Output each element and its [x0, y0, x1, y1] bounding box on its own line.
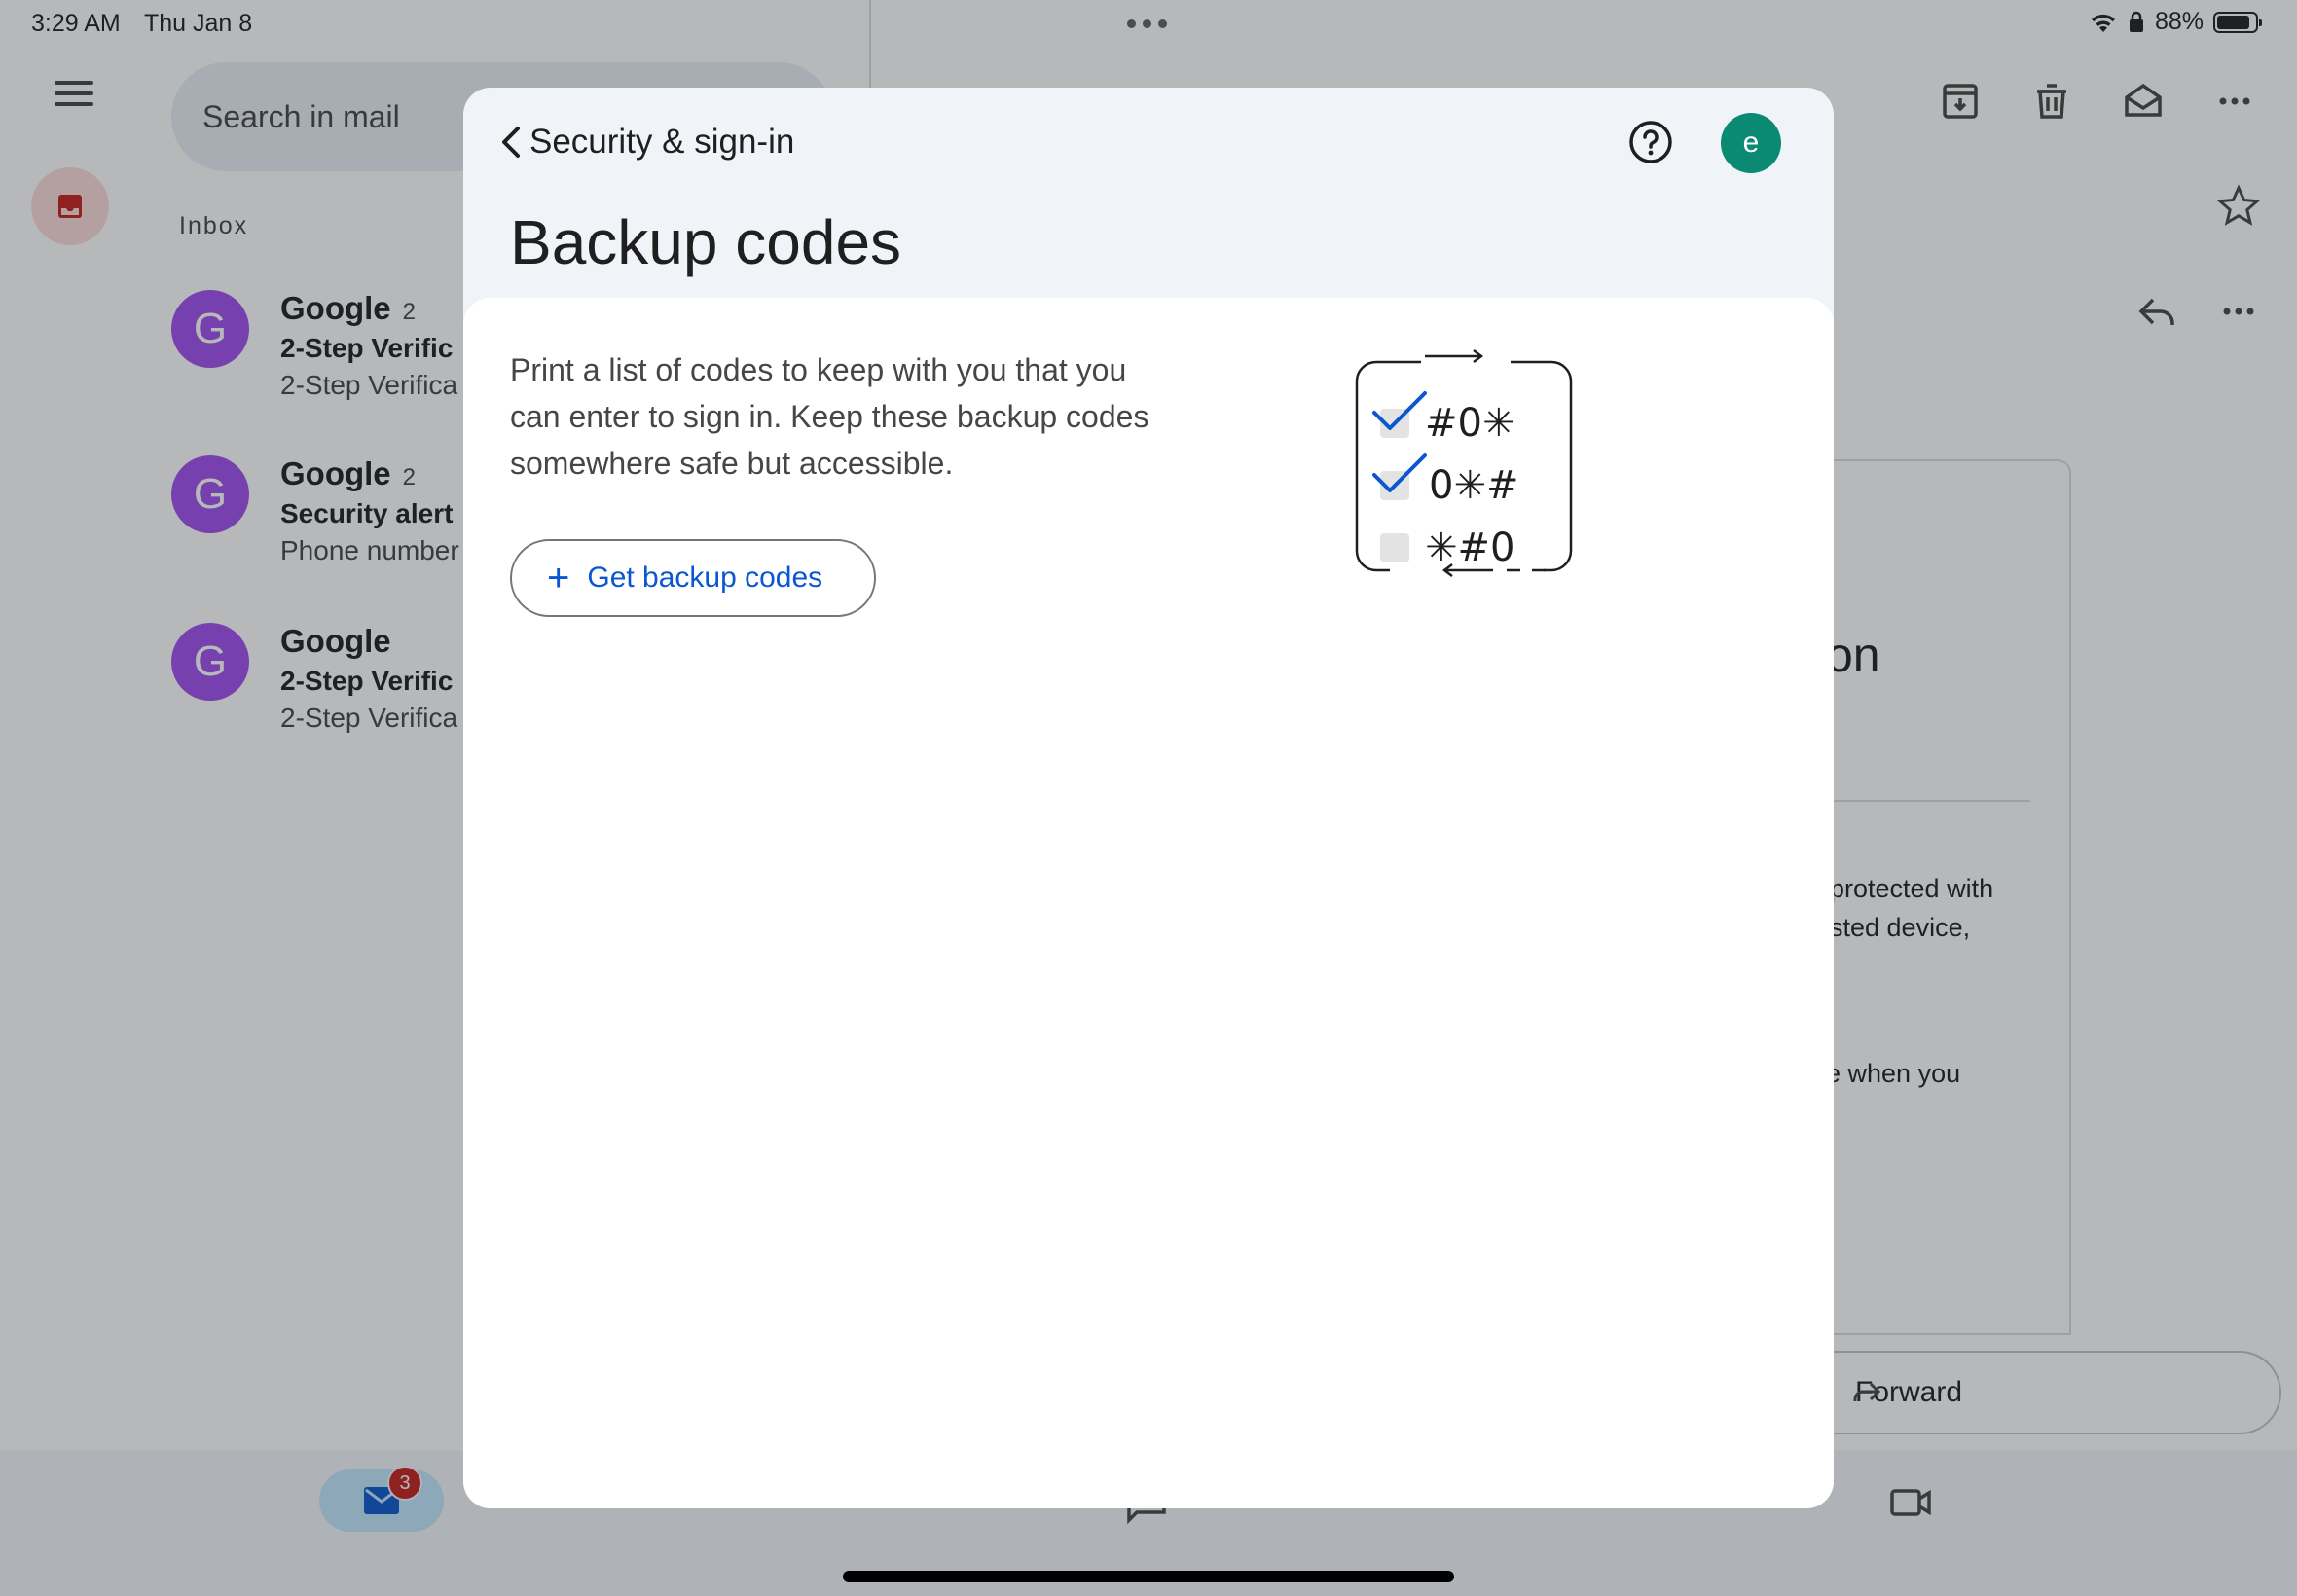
get-backup-codes-button[interactable]: + Get backup codes — [510, 539, 876, 617]
code-row: 0✳# — [1429, 463, 1518, 508]
code-row: ✳#0 — [1425, 526, 1514, 570]
security-sheet: Security & sign-in e Backup codes Print … — [463, 88, 1834, 1508]
home-indicator[interactable] — [843, 1571, 1454, 1582]
plus-icon: + — [547, 557, 570, 599]
sheet-header-title: Security & sign-in — [529, 123, 795, 161]
account-avatar[interactable]: e — [1721, 113, 1781, 173]
sheet-content: Print a list of codes to keep with you t… — [463, 298, 1834, 1508]
help-icon[interactable] — [1627, 119, 1674, 165]
backup-codes-illustration: #0✳ 0✳# ✳#0 — [1355, 349, 1573, 577]
code-row: #0✳ — [1425, 401, 1514, 446]
page-title: Backup codes — [510, 207, 902, 277]
backup-codes-description: Print a list of codes to keep with you t… — [510, 352, 1149, 481]
get-backup-codes-label: Get backup codes — [587, 562, 823, 594]
